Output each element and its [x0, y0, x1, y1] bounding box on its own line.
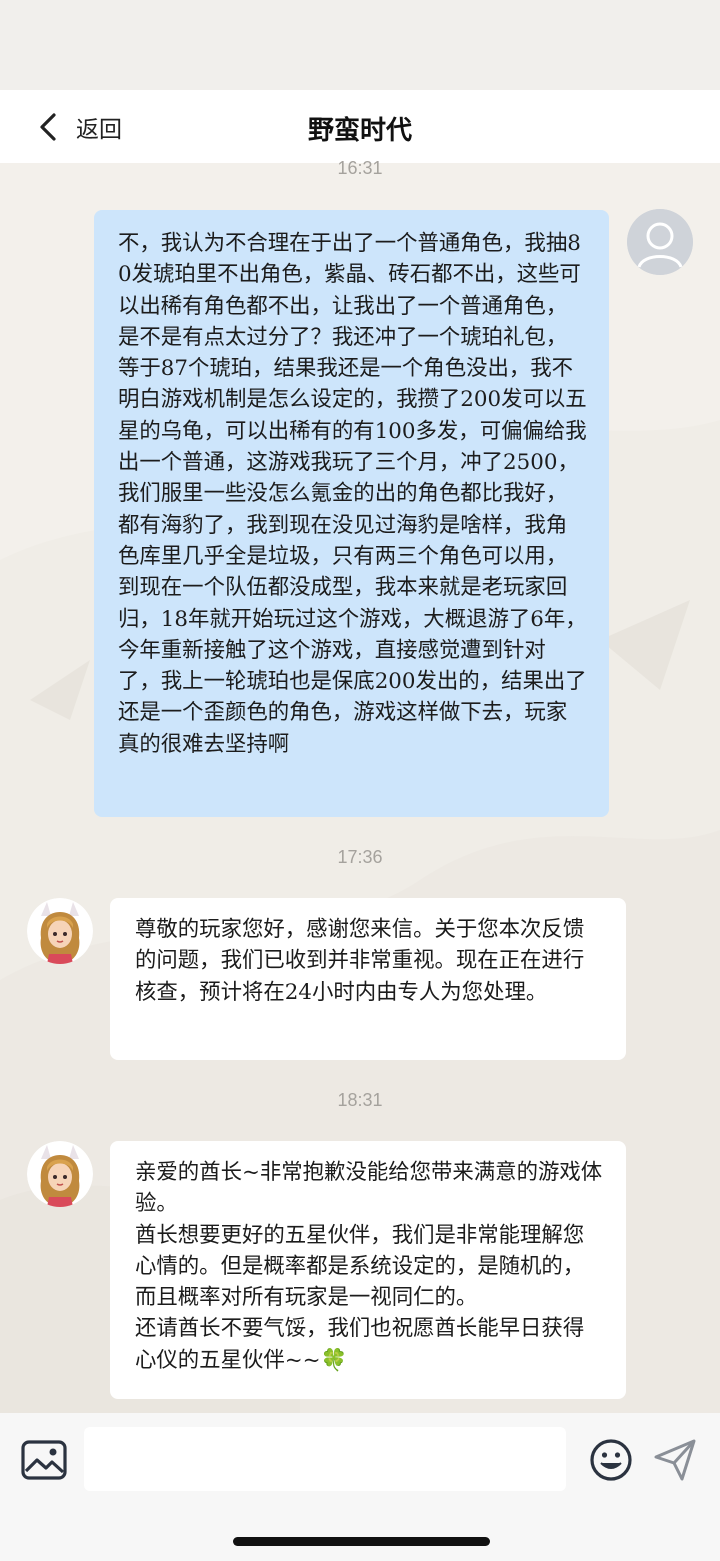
user-avatar[interactable] [627, 209, 693, 275]
user-message-bubble: 不，我认为不合理在于出了一个普通角色，我抽80发琥珀里不出角色，紫晶、砖石都不出… [94, 210, 609, 817]
home-indicator [233, 1537, 490, 1546]
smiley-icon [590, 1439, 632, 1481]
support-message-bubble: 尊敬的玩家您好，感谢您来信。关于您本次反馈的问题，我们已收到并非常重视。现在正在… [110, 898, 626, 1060]
support-message-bubble: 亲爱的酋长~非常抱歉没能给您带来满意的游戏体验。 酋长想要更好的五星伙伴，我们是… [110, 1141, 626, 1399]
status-bar [0, 0, 720, 90]
message-input[interactable] [84, 1427, 566, 1491]
paper-plane-icon [654, 1439, 696, 1481]
support-avatar[interactable] [27, 898, 93, 964]
support-character-avatar [27, 1141, 93, 1207]
default-avatar-icon [627, 209, 693, 275]
send-button[interactable] [652, 1437, 698, 1483]
emoji-button[interactable] [589, 1438, 633, 1482]
image-icon [21, 1440, 67, 1480]
page-title: 野蛮时代 [307, 116, 412, 146]
image-button[interactable] [20, 1439, 68, 1481]
message-timestamp: 18:31 [337, 1090, 383, 1110]
support-avatar[interactable] [27, 1141, 93, 1207]
message-timestamp: 17:36 [337, 847, 383, 867]
navigation-bar: 返回 野蛮时代 [0, 90, 720, 163]
message-timestamp: 16:31 [337, 158, 383, 178]
support-character-avatar [27, 898, 93, 964]
